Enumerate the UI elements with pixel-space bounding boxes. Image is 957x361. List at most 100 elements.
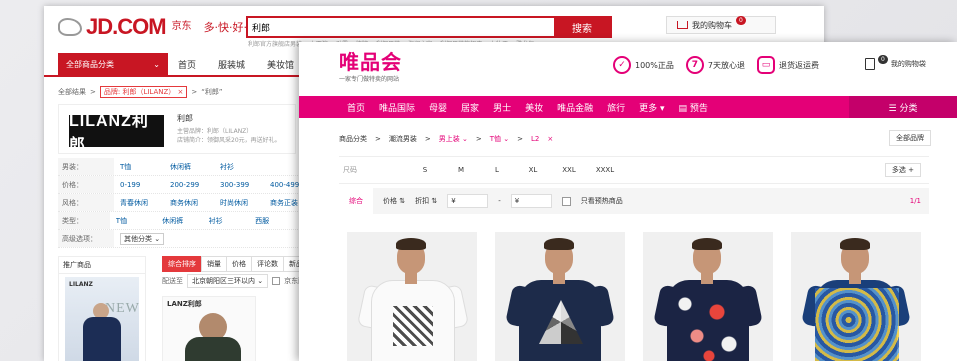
vip-cart-button[interactable]: 0 我的购物袋 — [865, 54, 926, 70]
attr-value[interactable]: 衬衫 — [220, 162, 264, 172]
size-option[interactable]: XL — [515, 166, 551, 174]
size-option[interactable]: XXL — [551, 166, 587, 174]
close-icon[interactable]: × — [178, 88, 184, 96]
crumb-dropdown[interactable]: T恤 ⌄ — [490, 134, 509, 144]
vip-nav-bar: 首页 唯品国际 母婴 居家 男士 美妆 唯品金融 旅行 更多 ▾ ▤ 预告 ☰ … — [299, 96, 957, 118]
vip-nav-item[interactable]: 唯品金融 — [557, 101, 593, 114]
shopping-bag-icon — [865, 58, 875, 70]
cart-icon — [677, 21, 688, 29]
attr-value[interactable]: 商务休闲 — [170, 198, 214, 208]
jd-ship-filter: 配送至 北京朝阳区三环以内 ⌄ 京东配送 — [162, 274, 312, 288]
page-indicator: 1/1 — [909, 197, 921, 205]
multi-select-button[interactable]: 多选 + — [884, 163, 921, 177]
model-hair — [396, 238, 426, 250]
price-max-input[interactable]: ¥ — [510, 194, 552, 208]
attr-value[interactable]: 休闲裤 — [170, 162, 214, 172]
crumb-sep: > — [424, 135, 431, 143]
all-brands-button[interactable]: 全部品牌 — [889, 130, 931, 146]
vip-logo[interactable]: 唯品会 一家专门做特卖的网站 — [339, 50, 402, 83]
jd-nav-item[interactable]: 首页 — [178, 58, 196, 71]
vip-nav-item[interactable]: 男士 — [493, 101, 511, 114]
attr-value[interactable]: 200-299 — [170, 181, 214, 189]
size-option[interactable]: S — [407, 166, 443, 174]
vip-slogan: 一家专门做特卖的网站 — [339, 76, 400, 83]
attr-value[interactable]: 西服 — [255, 216, 295, 226]
promo-product-image[interactable]: LILANZ NEW — [65, 277, 139, 361]
badge-genuine[interactable]: ✓ 100%正品 — [613, 56, 674, 74]
crumb-sep: > — [375, 135, 381, 143]
hot-word[interactable]: 利郎官方旗舰店男装 — [248, 39, 302, 48]
product-tile[interactable] — [495, 232, 625, 361]
vip-cart-label: 我的购物袋 — [890, 60, 926, 68]
size-option[interactable]: M — [443, 166, 479, 174]
vip-nav-item[interactable]: 美妆 — [525, 101, 543, 114]
sort-tab[interactable]: 评论数 — [251, 256, 284, 272]
vip-nav-item[interactable]: ▤ 预告 — [679, 101, 708, 114]
vip-category-button[interactable]: ☰ 分类 — [849, 96, 957, 118]
jd-brand-card[interactable]: LILANZ利郎 利郎 主营品牌：利郎（LILANZ） 店铺简介：领御风采20元… — [58, 104, 296, 154]
sort-tab[interactable]: 销量 — [201, 256, 227, 272]
jd-nav-item[interactable]: 服装城 — [218, 58, 245, 71]
product-tile[interactable] — [347, 232, 477, 361]
jd-search-input[interactable] — [248, 18, 554, 36]
vip-breadcrumb: 商品分类 > 潮流男装 > 男上装 ⌄ > T恤 ⌄ > L2 × — [339, 134, 553, 144]
sort-price[interactable]: 价格 ⇅ — [383, 196, 405, 206]
jd-logo-text: JD.COM — [86, 14, 167, 39]
attr-value[interactable]: T恤 — [116, 216, 156, 226]
close-icon[interactable]: × — [547, 135, 553, 143]
attr-value[interactable]: 300-399 — [220, 181, 264, 189]
other-category-dropdown[interactable]: 其他分类 ⌄ — [120, 232, 165, 245]
sort-default[interactable]: 综合 — [339, 188, 373, 214]
crumb-brand-label: 品牌: 利郎（LILANZ） — [103, 88, 176, 96]
attr-value[interactable]: 时尚休闲 — [220, 198, 264, 208]
sort-tab[interactable]: 价格 — [226, 256, 252, 272]
size-option[interactable]: XXXL — [587, 166, 623, 174]
crumb-dropdown[interactable]: 男上装 ⌄ — [439, 134, 468, 144]
crumb-item[interactable]: 商品分类 — [339, 134, 367, 144]
jd-all-categories-label: 全部商品分类 — [66, 59, 114, 69]
jd-delivery-checkbox[interactable] — [272, 277, 281, 285]
attr-value[interactable]: T恤 — [120, 162, 164, 172]
ship-location-select[interactable]: 北京朝阳区三环以内 ⌄ — [187, 274, 269, 288]
jd-search-button[interactable]: 搜索 — [554, 18, 610, 36]
price-min-input[interactable]: ¥ — [447, 194, 489, 208]
attr-value[interactable]: 休闲裤 — [162, 216, 202, 226]
size-label: 尺码 — [343, 166, 357, 174]
crumb-root[interactable]: 全部结果 — [58, 87, 86, 97]
vip-header: 唯品会 一家专门做特卖的网站 ✓ 100%正品 7 7天放心退 ▭ 退货返运费 … — [299, 42, 957, 92]
jd-dog-icon — [58, 18, 82, 36]
attr-value[interactable]: 衬衫 — [209, 216, 249, 226]
sort-tab[interactable]: 综合排序 — [162, 256, 202, 272]
vip-nav-item[interactable]: 更多 ▾ — [639, 101, 664, 114]
presale-checkbox[interactable] — [561, 196, 571, 206]
crumb-brand-tag[interactable]: 品牌: 利郎（LILANZ） × — [99, 86, 188, 98]
badge-shipping[interactable]: ▭ 退货返运费 — [756, 56, 819, 74]
attr-value[interactable]: 青春休闲 — [120, 198, 164, 208]
vip-nav-item[interactable]: 旅行 — [607, 101, 625, 114]
attr-value[interactable]: 0-199 — [120, 181, 164, 189]
size-option[interactable]: L — [479, 166, 515, 174]
sort-discount[interactable]: 折扣 ⇅ — [415, 196, 437, 206]
presale-label: 只看预热商品 — [580, 197, 623, 205]
jd-all-categories[interactable]: 全部商品分类 ⌄ — [58, 53, 168, 75]
badge-return[interactable]: 7 7天放心退 — [685, 56, 745, 74]
jd-cart-button[interactable]: 我的购物车 0 — [666, 15, 776, 34]
vip-nav-item[interactable]: 母婴 — [429, 101, 447, 114]
vip-nav-item[interactable]: 居家 — [461, 101, 479, 114]
product-tile[interactable] — [791, 232, 921, 361]
product-tile[interactable] — [643, 232, 773, 361]
jd-nav-item[interactable]: 美妆馆 — [267, 58, 294, 71]
attr-key: 类型： — [58, 212, 110, 229]
crumb-sep: > — [517, 135, 523, 143]
vip-nav-item[interactable]: 首页 — [347, 101, 365, 114]
promo-new-text: NEW — [105, 301, 140, 316]
jd-sort-bar: 综合排序 销量 价格 评论数 新品 — [162, 256, 309, 272]
attr-key: 高级选项： — [58, 230, 114, 247]
vip-size-filter: 尺码 S M L XL XXL XXXL 多选 + — [339, 156, 929, 184]
promo-brand: LILANZ — [69, 281, 93, 288]
jd-nav-items: 首页 服装城 美妆馆 — [178, 53, 294, 75]
crumb-item[interactable]: 潮流男装 — [389, 134, 417, 144]
vip-nav-item[interactable]: 唯品国际 — [379, 101, 415, 114]
jd-logo[interactable]: JD.COM 京东 多·快·好·省 — [58, 14, 258, 40]
jd-product-card[interactable]: LANZ利郎 — [162, 296, 256, 361]
